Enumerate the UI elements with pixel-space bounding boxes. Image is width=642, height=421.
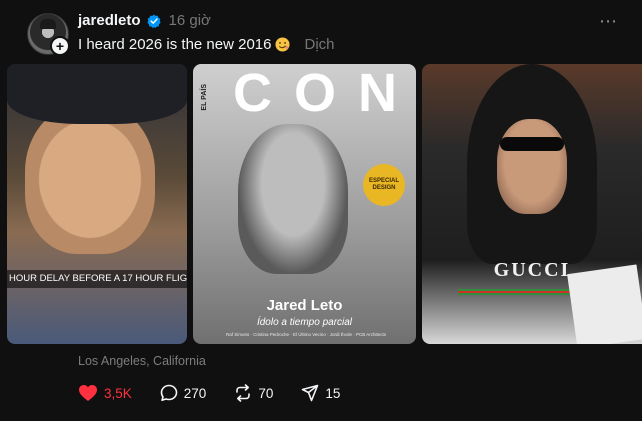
- sunglasses-shape: [500, 137, 564, 151]
- photo-magazine-cover[interactable]: EL PAÍS CON ESPECIAL DESIGN Jared Leto Í…: [193, 64, 416, 344]
- cover-credits: Raf Simons · Cristina Pedroche · El Últi…: [225, 332, 387, 337]
- magazine-masthead: CON: [233, 64, 416, 123]
- share-count: 15: [325, 385, 341, 401]
- photo-hoodie[interactable]: GUCCI: [422, 64, 642, 344]
- photo-selfie[interactable]: HOUR DELAY BEFORE A 17 HOUR FLIGHT: [7, 64, 187, 344]
- share-icon: [302, 384, 319, 402]
- comment-count: 270: [183, 385, 207, 401]
- share-button[interactable]: 15: [301, 384, 340, 402]
- like-count: 3,5K: [104, 385, 132, 401]
- emoji-icon: [275, 37, 291, 52]
- face-shape: [25, 104, 155, 254]
- hat-shape: [7, 64, 187, 124]
- post-caption: I heard 2026 is the new 2016 Dịch: [78, 36, 335, 53]
- paper-shape: [567, 264, 642, 344]
- heart-icon: [79, 385, 97, 401]
- repost-button[interactable]: 70: [234, 384, 273, 402]
- location-tag[interactable]: Los Angeles, California: [78, 354, 206, 368]
- media-carousel[interactable]: HOUR DELAY BEFORE A 17 HOUR FLIGHT EL PA…: [0, 64, 642, 344]
- cover-name: Jared Leto: [266, 297, 343, 314]
- newspaper-label: EL PAÍS: [201, 84, 208, 111]
- cover-badge: ESPECIAL DESIGN: [363, 164, 405, 206]
- more-icon[interactable]: ⋯: [599, 12, 618, 30]
- post-card: + jaredleto 16 giờ ⋯ I heard 2026 is the…: [0, 0, 642, 421]
- photo-caption-overlay: HOUR DELAY BEFORE A 17 HOUR FLIGHT: [7, 270, 187, 288]
- comment-button[interactable]: 270: [160, 384, 207, 402]
- cover-portrait-shape: [238, 124, 348, 274]
- verified-badge-icon: [146, 14, 161, 28]
- plus-icon[interactable]: +: [50, 36, 70, 56]
- cover-subtitle: Ídolo a tiempo parcial: [256, 317, 353, 328]
- action-bar: 3,5K 270 70 15: [78, 384, 368, 402]
- like-button[interactable]: 3,5K: [78, 384, 132, 402]
- username[interactable]: jaredleto: [78, 12, 141, 29]
- avatar-hat-shape: [40, 19, 56, 29]
- face-shape: [497, 119, 567, 214]
- translate-link[interactable]: Dịch: [304, 36, 334, 53]
- post-header: jaredleto 16 giờ: [78, 12, 211, 29]
- repost-count: 70: [258, 385, 274, 401]
- post-timestamp[interactable]: 16 giờ: [169, 12, 211, 29]
- comment-icon: [160, 384, 178, 402]
- repost-icon: [236, 384, 251, 402]
- caption-text: I heard 2026 is the new 2016: [78, 36, 272, 53]
